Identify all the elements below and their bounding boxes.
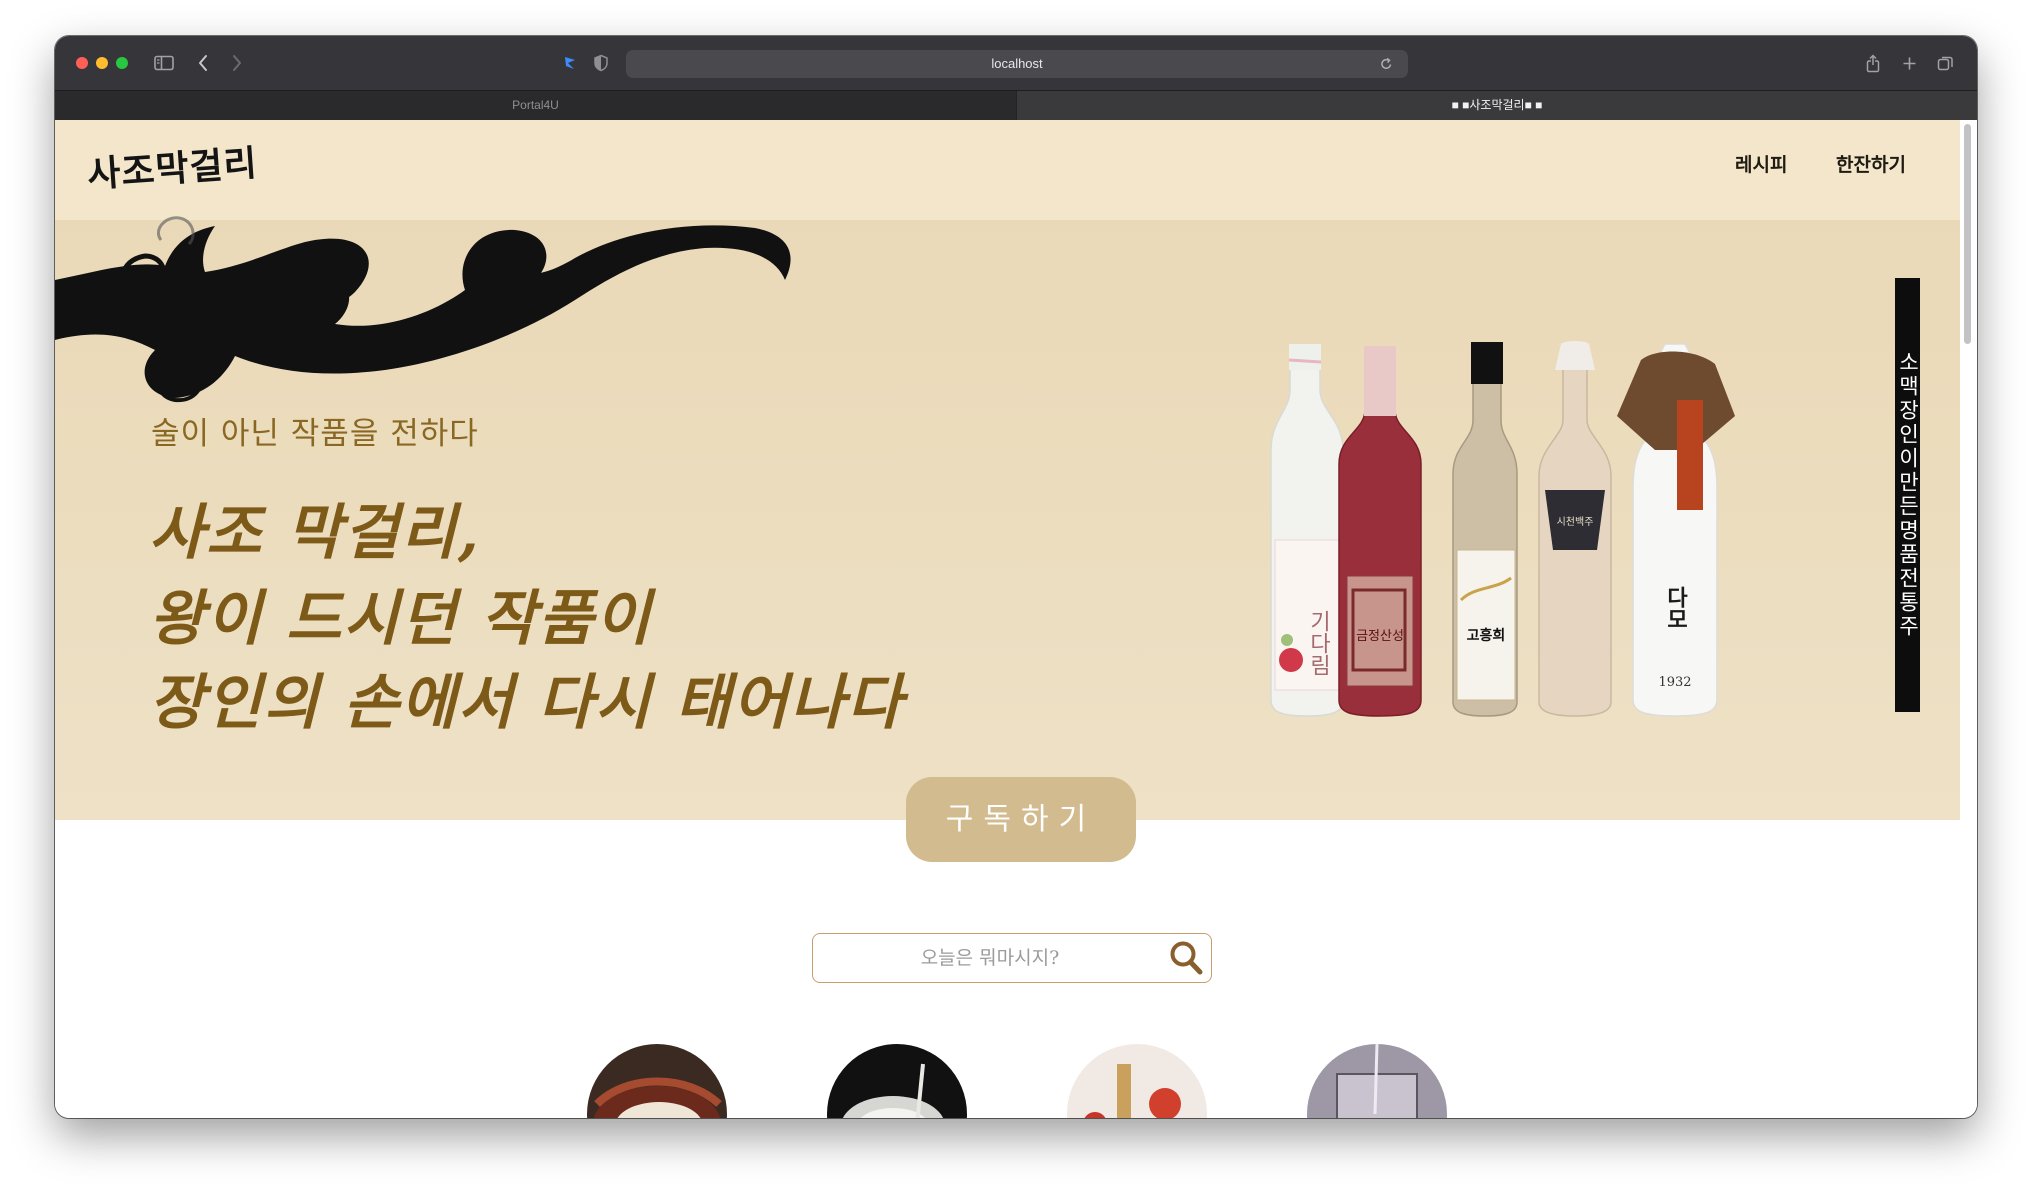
bottle-3-label: 고흥희	[1467, 627, 1506, 644]
tab-overview-icon[interactable]	[1935, 50, 1955, 76]
pouring-cup-photo-icon	[827, 1044, 967, 1118]
makgeolli-bowl-photo-icon	[587, 1044, 727, 1118]
close-window-button[interactable]	[76, 57, 88, 69]
page-scrollbar[interactable]	[1964, 124, 1971, 344]
category-pouring-cup[interactable]	[827, 1044, 967, 1118]
category-fruit-drinks[interactable]	[1067, 1044, 1207, 1118]
bottle-3-image: 고흥희	[1452, 342, 1518, 717]
hero-tagline: 술이 아닌 작품을 전하다	[151, 416, 479, 452]
browser-window: localhost Portal4U ■ ■사조막걸리■ ■ 사조막걸리 레시피…	[55, 36, 1977, 1118]
search-box	[812, 933, 1212, 983]
category-glass-pour[interactable]	[1307, 1044, 1447, 1118]
ink-branch-decoration	[55, 216, 791, 403]
bottle-2-image: 금정산성	[1338, 346, 1422, 717]
tab-bar: Portal4U ■ ■사조막걸리■ ■	[55, 91, 1977, 120]
tab-portal4u[interactable]: Portal4U	[55, 91, 1016, 120]
vertical-banner: 소맥장인이만든명품전통주	[1895, 278, 1920, 712]
bottle-4-label: 시천백주	[1557, 516, 1594, 528]
product-bottles: 기다림 금정산성 고흥희 시천백주 다모 1932	[1270, 341, 1735, 717]
sidebar-toggle-icon[interactable]	[151, 50, 177, 76]
bottle-2-label: 금정산성	[1356, 629, 1404, 644]
fruit-drinks-photo-icon	[1067, 1044, 1207, 1118]
extension-icon[interactable]	[560, 50, 580, 76]
hero-headline-line-2: 왕이 드시던 작품이	[149, 584, 653, 654]
bottle-4-image: 시천백주	[1538, 341, 1612, 717]
hero-section: 사조막걸리 레시피 한잔하기 술이 아닌 작품을 전하다 사조 막걸리, 왕이 …	[55, 120, 1971, 820]
reload-icon[interactable]	[1376, 51, 1396, 77]
site-logo[interactable]: 사조막걸리	[85, 134, 259, 198]
share-icon[interactable]	[1863, 50, 1883, 76]
subscribe-button[interactable]: 구독하기	[906, 777, 1136, 862]
bottle-1-image: 기다림	[1270, 344, 1344, 717]
back-icon[interactable]	[193, 50, 213, 76]
hero-headline-line-1: 사조 막걸리,	[149, 498, 481, 568]
search-icon[interactable]	[1168, 939, 1204, 977]
vertical-banner-text: 소맥장인이만든명품전통주	[1896, 351, 1920, 639]
search-input[interactable]	[823, 938, 1157, 978]
minimize-window-button[interactable]	[96, 57, 108, 69]
glass-pour-photo-icon	[1307, 1044, 1447, 1118]
category-makgeolli-bowl[interactable]	[587, 1044, 727, 1118]
bottle-5-image: 다모 1932	[1617, 343, 1735, 717]
privacy-shield-icon[interactable]	[591, 50, 611, 76]
zoom-window-button[interactable]	[116, 57, 128, 69]
bottle-1-label: 기다림	[1306, 610, 1331, 676]
tab-sajo-makgeolli[interactable]: ■ ■사조막걸리■ ■	[1017, 91, 1977, 120]
hero-headline-line-3: 장인의 손에서 다시 태어나다	[149, 668, 905, 738]
browser-toolbar: localhost	[55, 36, 1977, 91]
nav-drink-link[interactable]: 한잔하기	[1836, 150, 1906, 177]
bottle-5-label: 1932	[1658, 675, 1691, 690]
nav-recipe-link[interactable]: 레시피	[1735, 150, 1787, 177]
forward-icon[interactable]	[227, 50, 247, 76]
url-text: localhost	[991, 56, 1043, 71]
page-viewport: 사조막걸리 레시피 한잔하기 술이 아닌 작품을 전하다 사조 막걸리, 왕이 …	[55, 120, 1977, 1118]
svg-text:다모: 다모	[1663, 586, 1688, 630]
new-tab-icon[interactable]	[1899, 50, 1919, 76]
address-bar[interactable]: localhost	[626, 50, 1408, 78]
